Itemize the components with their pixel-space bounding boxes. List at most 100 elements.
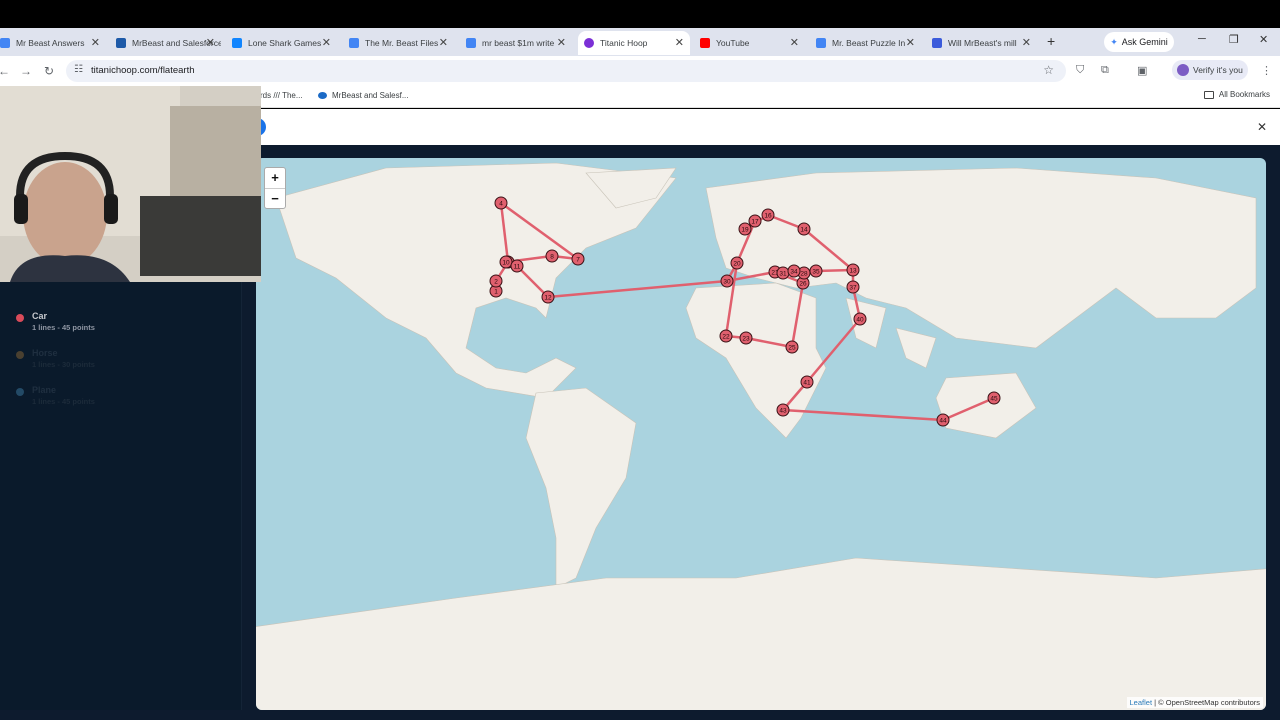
close-icon[interactable]: ✕ — [439, 36, 448, 49]
leaflet-link[interactable]: Leaflet — [1130, 698, 1153, 707]
route-marker[interactable]: 23 — [739, 331, 753, 345]
profile-button[interactable]: Verify it's you — [1172, 60, 1248, 80]
minimize-icon[interactable]: ─ — [1198, 33, 1206, 45]
tab[interactable]: Mr. Beast Puzzle In ✕ — [816, 31, 921, 55]
route-marker[interactable]: 10 — [499, 255, 513, 269]
doc-icon — [0, 38, 10, 48]
route-marker[interactable]: 20 — [730, 256, 744, 270]
close-icon[interactable]: ✕ — [1257, 120, 1267, 134]
tab[interactable]: Will MrBeast's mill ✕ — [932, 31, 1037, 55]
all-bookmarks-button[interactable]: All Bookmarks — [1203, 90, 1270, 99]
legend-item-plane[interactable]: Plane 1 lines - 45 points — [16, 385, 95, 406]
route-marker[interactable]: 35 — [809, 264, 823, 278]
marker-label: 40 — [856, 317, 864, 324]
legend-swatch — [16, 388, 24, 396]
osm-attribution: | © OpenStreetMap contributors — [1154, 698, 1260, 707]
legend-item-horse[interactable]: Horse 1 lines - 30 points — [16, 348, 95, 369]
map-canvas[interactable]: 1234781011121314161719202122232526283031… — [256, 158, 1266, 710]
close-icon[interactable]: ✕ — [1022, 36, 1031, 49]
tab-title: Mr. Beast Puzzle In — [832, 38, 906, 48]
route-marker[interactable]: 43 — [776, 403, 790, 417]
marker-label: 1 — [494, 289, 498, 296]
verify-label: Verify it's you — [1193, 65, 1243, 75]
legend-item-car[interactable]: Car 1 lines - 45 points — [16, 311, 95, 332]
route-marker[interactable]: 34 — [787, 264, 801, 278]
route-marker[interactable]: 41 — [800, 375, 814, 389]
marker-label: 14 — [800, 227, 808, 234]
marker-label: 37 — [849, 285, 857, 292]
bookmark-label: rds /// The... — [260, 91, 303, 100]
route-marker[interactable]: 12 — [541, 290, 555, 304]
world-map[interactable]: 1234781011121314161719202122232526283031… — [256, 158, 1266, 710]
route-marker[interactable]: 17 — [748, 214, 762, 228]
ask-gemini-button[interactable]: ✦ Ask Gemini — [1104, 32, 1174, 52]
legend-stats: 1 lines - 45 points — [32, 323, 95, 332]
marker-label: 22 — [722, 334, 730, 341]
marker-label: 34 — [790, 269, 798, 276]
webcam-overlay — [0, 86, 261, 282]
zoom-out-button[interactable]: − — [265, 188, 285, 208]
route-marker[interactable]: 2 — [489, 274, 503, 288]
tab-title: YouTube — [716, 38, 750, 48]
tab[interactable]: Lone Shark Games ✕ — [232, 31, 337, 55]
reload-icon[interactable]: ↻ — [44, 64, 54, 78]
doc-icon — [466, 38, 476, 48]
close-icon[interactable]: ✕ — [322, 36, 331, 49]
shield-icon[interactable]: ⛉ — [1076, 64, 1084, 77]
route-marker[interactable]: 11 — [510, 259, 524, 273]
marker-label: 25 — [788, 345, 796, 352]
route-marker[interactable]: 7 — [571, 252, 585, 266]
bookmark-star-icon[interactable]: ☆ — [1043, 63, 1054, 77]
tab[interactable]: mr beast $1m write ✕ — [466, 31, 572, 55]
marker-label: 7 — [576, 257, 580, 264]
route-marker[interactable]: 45 — [987, 391, 1001, 405]
close-icon[interactable]: ✕ — [675, 36, 684, 49]
marker-label: 44 — [939, 418, 947, 425]
route-marker[interactable]: 25 — [785, 340, 799, 354]
marker-label: 31 — [779, 271, 787, 278]
side-panel-icon[interactable]: ▣ — [1137, 64, 1147, 77]
new-tab-button[interactable]: + — [1047, 33, 1055, 49]
route-marker[interactable]: 14 — [797, 222, 811, 236]
close-icon[interactable]: ✕ — [206, 36, 215, 49]
bookmark-item[interactable]: MrBeast and Salesf... — [318, 91, 408, 100]
menu-icon[interactable]: ⋮ — [1261, 64, 1272, 77]
route-marker[interactable]: 31 — [776, 266, 790, 280]
route-marker[interactable]: 19 — [738, 222, 752, 236]
webcam-image — [0, 86, 261, 282]
back-icon[interactable]: ← — [0, 64, 10, 78]
route-marker[interactable]: 44 — [936, 413, 950, 427]
marker-label: 28 — [800, 271, 808, 278]
route-marker[interactable]: 4 — [494, 196, 508, 210]
close-icon[interactable]: ✕ — [557, 36, 566, 49]
route-marker[interactable]: 13 — [846, 263, 860, 277]
route-marker[interactable]: 16 — [761, 208, 775, 222]
tab-active[interactable]: Titanic Hoop ✕ — [578, 31, 690, 55]
zoom-in-button[interactable]: + — [265, 168, 285, 188]
close-window-icon[interactable]: ✕ — [1259, 33, 1268, 46]
close-icon[interactable]: ✕ — [790, 36, 799, 49]
restore-icon[interactable]: ❐ — [1229, 33, 1239, 46]
route-marker[interactable]: 40 — [853, 312, 867, 326]
route-marker[interactable]: 22 — [719, 329, 733, 343]
route-marker[interactable]: 37 — [846, 280, 860, 294]
tab[interactable]: MrBeast and Salesforce ✕ — [116, 31, 221, 55]
tab[interactable]: YouTube ✕ — [700, 31, 805, 55]
bookmark-item[interactable]: rds /// The... — [260, 91, 303, 100]
address-bar[interactable]: ☷ titanichoop.com/flatearth ☆ — [66, 60, 1066, 82]
all-bookmarks-label: All Bookmarks — [1218, 90, 1270, 99]
extensions-icon[interactable]: ⧉ — [1101, 64, 1109, 77]
forward-icon[interactable]: → — [20, 64, 32, 78]
close-icon[interactable]: ✕ — [91, 36, 100, 49]
tab[interactable]: Mr Beast Answers ✕ — [0, 31, 106, 55]
route-marker[interactable]: 8 — [545, 249, 559, 263]
site-info-icon[interactable]: ☷ — [74, 64, 83, 75]
youtube-icon — [700, 38, 710, 48]
close-icon[interactable]: ✕ — [906, 36, 915, 49]
tab[interactable]: The Mr. Beast Files ✕ — [349, 31, 454, 55]
marker-label: 16 — [764, 213, 772, 220]
site-icon — [932, 38, 942, 48]
route-marker[interactable]: 30 — [720, 274, 734, 288]
url-text[interactable]: titanichoop.com/flatearth — [91, 65, 195, 76]
tab-bar: Mr Beast Answers ✕ MrBeast and Salesforc… — [0, 28, 1280, 56]
